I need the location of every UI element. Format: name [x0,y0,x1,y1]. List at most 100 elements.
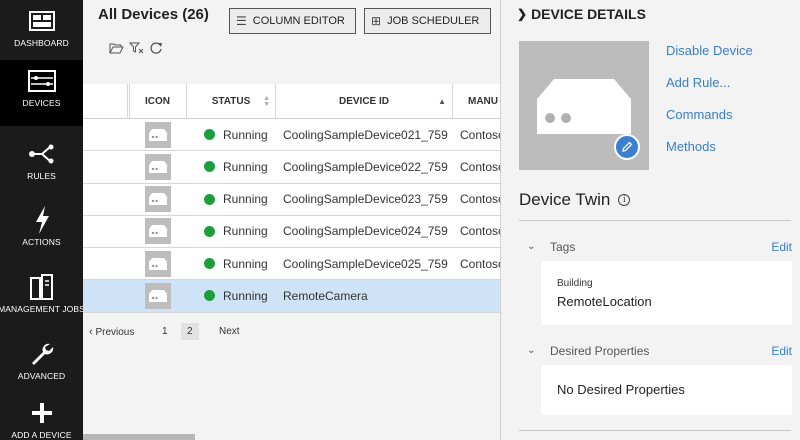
nav-item-dashboard[interactable]: DASHBOARD [0,0,83,66]
sort-ascending-icon: ▲ [438,97,446,106]
tags-card: Building RemoteLocation [541,261,792,325]
chevron-right-icon: ❯ [517,7,528,21]
table-row[interactable]: Running CoolingSampleDevice023_759 Conto… [83,183,500,216]
nav-item-add-device[interactable]: ADD A DEVICE [0,392,83,440]
previous-label: Previous [95,327,135,338]
tags-label: Tags [550,240,576,254]
info-icon[interactable]: i [618,194,631,206]
nav-item-advanced[interactable]: ADVANCED [0,333,83,399]
col-device-id-label: DEVICE ID [338,96,389,107]
nav-label: ADD A DEVICE [11,430,72,440]
chevron-left-icon: ‹ [89,326,93,338]
refresh-icon[interactable] [148,40,164,56]
row-handle-divider [127,84,128,119]
nav-label: RULES [27,171,56,181]
device-grid: ICON STATUS ▲ ▼ DEVICE ID ▲ MANU Running … [83,84,500,313]
manufacturer-cell [460,280,500,311]
disable-device-link[interactable]: Disable Device [666,43,753,58]
status-running-dot [204,225,215,237]
table-row[interactable]: Running CoolingSampleDevice025_759 Conto… [83,248,500,281]
open-folder-icon[interactable] [108,40,124,56]
tags-section-header[interactable]: ⌄ Tags Edit [527,240,792,258]
chevron-down-icon: ⌄ [527,241,536,252]
nav-label: ADVANCED [17,371,66,381]
tag-key: Building [557,278,593,289]
desired-properties-section-header[interactable]: ⌄ Desired Properties Edit [527,344,792,362]
col-icon-header[interactable]: ICON [129,84,185,119]
status-text: Running [223,159,268,174]
status-running-dot [204,290,215,302]
device-id-cell: CoolingSampleDevice022_759 [283,159,448,174]
pagination: ‹ Previous 1 2 Next [83,320,500,346]
actions-icon [33,205,51,235]
device-id-cell: CoolingSampleDevice023_759 [283,192,448,207]
status-text: Running [223,224,268,239]
wrench-icon [30,339,54,369]
page-2-button[interactable]: 2 [181,323,199,340]
next-page-button[interactable]: Next [219,326,240,337]
desired-properties-edit-link[interactable]: Edit [771,344,792,358]
status-text: Running [223,256,268,271]
col-manufacturer-header[interactable]: MANU [452,84,500,119]
device-twin-heading: Device Twin i [519,190,631,210]
device-thumbnail-icon [145,153,171,180]
plus-icon [31,398,52,428]
nav-label: DASHBOARD [14,38,69,48]
grid-toolbar [108,40,164,56]
horizontal-scrollbar[interactable] [83,434,195,440]
nav-item-management-jobs[interactable]: MANAGEMENT JOBS [0,266,85,332]
table-row[interactable]: Running CoolingSampleDevice024_759 Conto… [83,215,500,249]
pencil-icon [622,141,633,152]
table-row[interactable]: Running CoolingSampleDevice021_759 Conto… [83,119,500,152]
page-1-button[interactable]: 1 [162,326,168,337]
clear-filter-icon[interactable] [128,40,144,56]
commands-link[interactable]: Commands [666,107,732,122]
tag-value: RemoteLocation [557,294,652,309]
details-title: DEVICE DETAILS [531,6,646,22]
device-thumbnail-icon [145,282,171,309]
rules-icon [28,139,56,169]
nav-label: DEVICES [22,98,61,108]
nav-label: MANAGEMENT JOBS [0,304,85,314]
grid-header: ICON STATUS ▲ ▼ DEVICE ID ▲ MANU [83,84,500,119]
desired-properties-card: No Desired Properties [541,365,792,415]
device-thumbnail-icon [145,121,171,148]
manufacturer-cell: Contoso [460,192,500,207]
status-running-dot [204,161,215,173]
col-status-header[interactable]: STATUS ▲ ▼ [186,84,275,119]
desired-properties-value: No Desired Properties [557,382,685,397]
manufacturer-cell: Contoso [460,224,500,239]
nav-item-devices[interactable]: DEVICES [0,60,83,126]
status-running-dot [204,129,215,140]
previous-page-button[interactable]: ‹ Previous [89,326,134,338]
chevron-down-icon: ⌄ [527,345,536,356]
edit-image-button[interactable] [614,134,640,160]
page-title: All Devices (26) [98,6,209,23]
divider [519,430,791,431]
methods-link[interactable]: Methods [666,139,716,154]
table-row-selected[interactable]: Running RemoteCamera [83,280,500,313]
col-device-id-header[interactable]: DEVICE ID ▲ [275,84,452,119]
sort-both-icon: ▲ ▼ [263,94,270,108]
columns-icon: ☰ [236,14,247,28]
dashboard-icon [28,6,55,36]
devices-icon [27,66,56,96]
status-text: Running [223,127,268,142]
device-thumbnail-icon [145,186,171,213]
device-thumbnail-icon [145,250,171,277]
manufacturer-cell: Contoso [460,127,500,142]
nav-item-rules[interactable]: RULES [0,133,83,199]
device-id-cell: CoolingSampleDevice021_759 [283,127,448,142]
management-jobs-icon [29,272,54,302]
table-row[interactable]: Running CoolingSampleDevice022_759 Conto… [83,151,500,184]
tags-edit-link[interactable]: Edit [771,240,792,254]
manufacturer-cell: Contoso [460,159,500,174]
job-scheduler-button[interactable]: ⊞ JOB SCHEDULER [364,8,491,34]
column-editor-button[interactable]: ☰ COLUMN EDITOR [229,8,356,34]
job-scheduler-label: JOB SCHEDULER [387,15,480,27]
device-list-panel: All Devices (26) ☰ COLUMN EDITOR ⊞ JOB S… [83,0,500,440]
add-rule-link[interactable]: Add Rule... [666,75,730,90]
manufacturer-cell: Contoso [460,256,500,271]
nav-item-actions[interactable]: ACTIONS [0,199,83,265]
details-header[interactable]: ❯ DEVICE DETAILS [517,6,646,22]
